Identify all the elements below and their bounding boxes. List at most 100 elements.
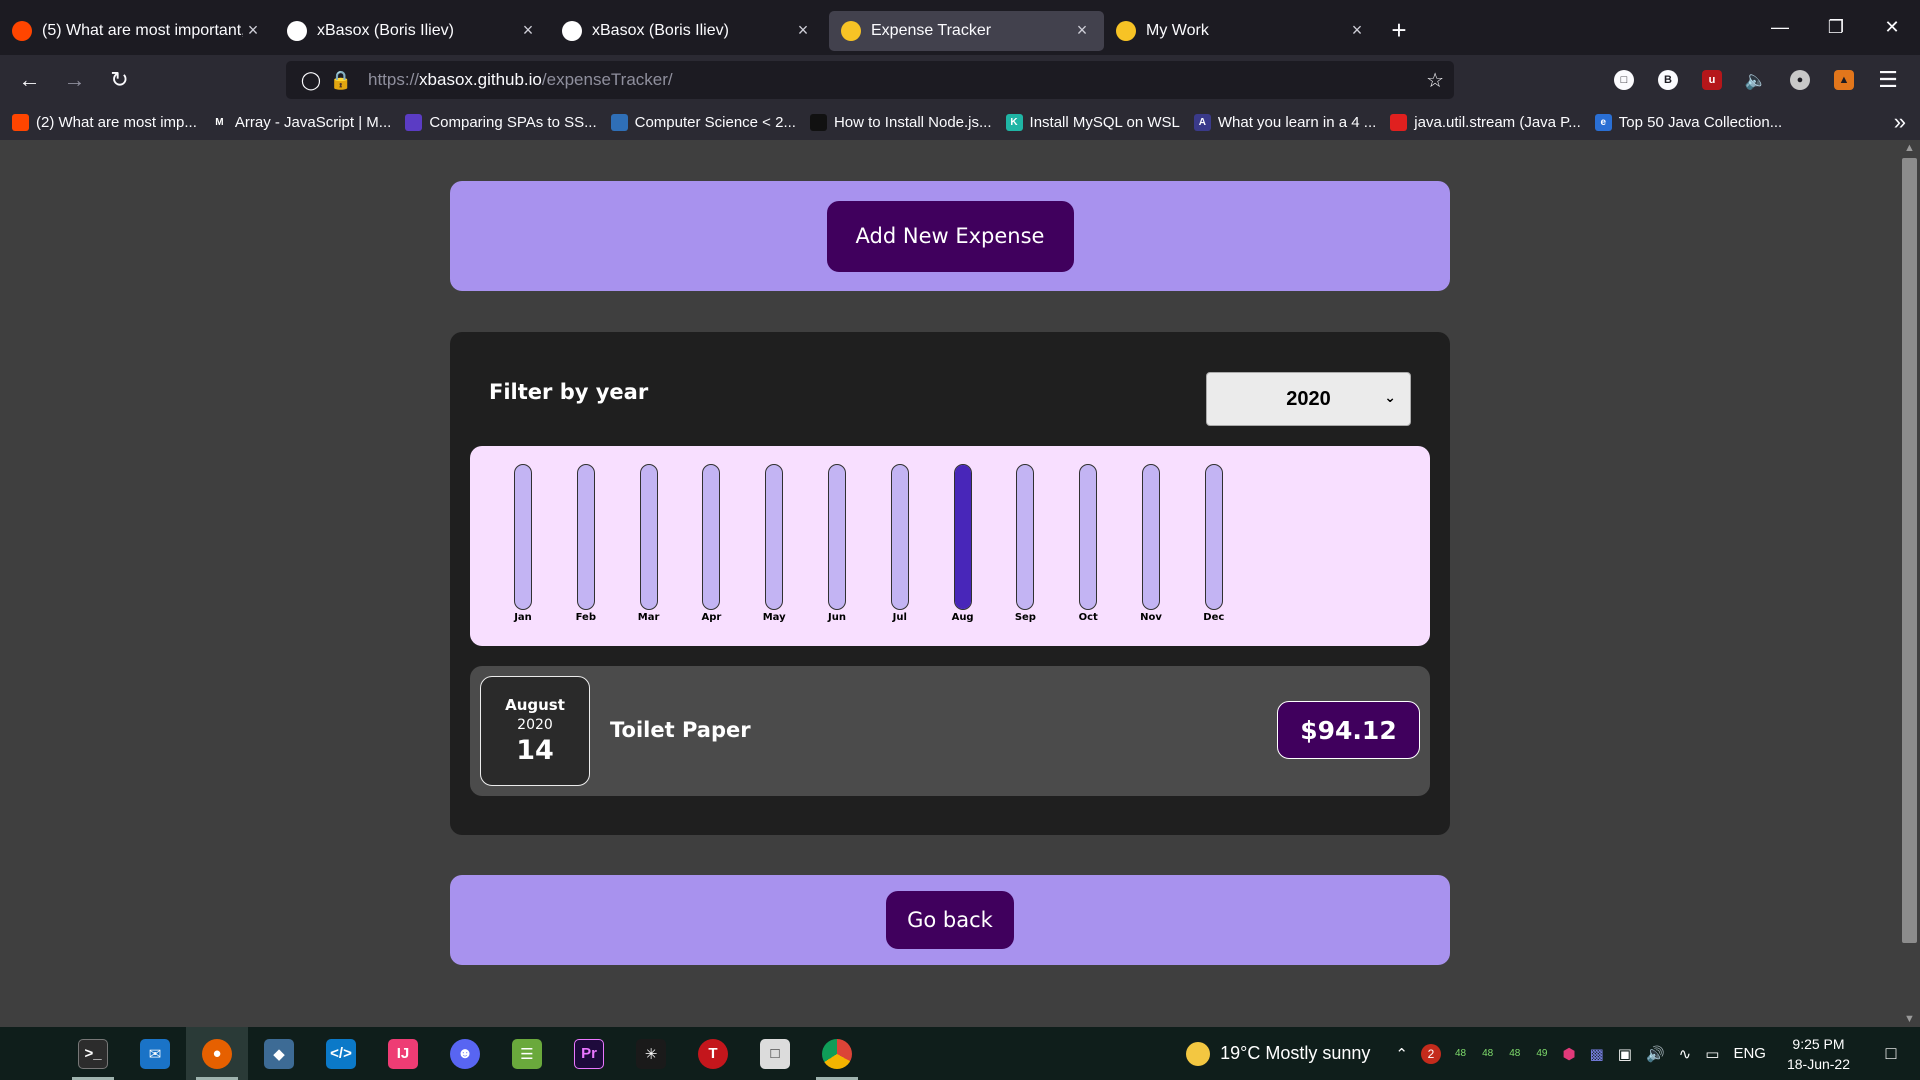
bookmark-item[interactable]: A What you learn in a 4 ... [1193, 114, 1376, 131]
tab-1[interactable]: (5) What are most important, m × [0, 11, 275, 51]
firefox-icon[interactable]: ● [186, 1027, 248, 1080]
wifi-icon[interactable]: ∿ [1679, 1045, 1692, 1063]
intellij-icon[interactable]: IJ [372, 1027, 434, 1080]
weather-widget[interactable]: 19°C Mostly sunny [1186, 1041, 1370, 1066]
bookmark-list: (2) What are most imp... M Array - JavaScr… [12, 114, 1796, 131]
t-app-icon[interactable]: T [682, 1027, 744, 1080]
tab-close-icon[interactable]: × [793, 20, 813, 41]
more-bookmarks-icon[interactable]: » [1894, 109, 1906, 135]
chart-bar-label: Dec [1203, 612, 1225, 623]
app-tray-icon[interactable]: ⬢ [1563, 1045, 1576, 1063]
bookmark-item[interactable]: How to Install Node.js... [809, 114, 992, 131]
tab-5[interactable]: My Work × [1104, 11, 1379, 51]
chart-bar-label: Feb [575, 612, 596, 623]
clock-date: 18-Jun-22 [1786, 1055, 1850, 1072]
bookmark-item[interactable]: K Install MySQL on WSL [1005, 114, 1180, 131]
go-back-button[interactable]: Go back [886, 891, 1014, 949]
discord-icon[interactable]: ☻ [434, 1027, 496, 1080]
teams-icon[interactable]: ▩ [1590, 1045, 1604, 1063]
clock[interactable]: 9:25 PM 18-Jun-22 [1787, 1034, 1850, 1074]
tab-close-icon[interactable]: × [1347, 20, 1367, 41]
tray-monitor-2[interactable]: 48 [1482, 1048, 1493, 1059]
bookmark-item[interactable]: java.util.stream (Java P... [1390, 114, 1581, 131]
close-window-icon[interactable]: ✕ [1864, 0, 1920, 55]
reload-icon[interactable]: ↻ [97, 60, 142, 100]
tab-close-icon[interactable]: × [1072, 20, 1092, 41]
restore-icon[interactable]: ❐ [1808, 0, 1864, 55]
shield-icon[interactable]: ◯ [296, 70, 326, 91]
vscode-icon[interactable]: </> [310, 1027, 372, 1080]
year-select[interactable]: 2020 ⌄ [1206, 372, 1411, 426]
store-icon[interactable]: □ [744, 1027, 806, 1080]
speaker-icon[interactable]: 🔈 [1734, 60, 1778, 100]
mail-icon[interactable]: ✉ [124, 1027, 186, 1080]
scroll-up-icon[interactable]: ▲ [1899, 142, 1920, 154]
avatar-extension-icon[interactable]: ● [1778, 60, 1822, 100]
metamask-icon[interactable]: ▲ [1822, 60, 1866, 100]
clock-time: 9:25 PM [1792, 1035, 1845, 1052]
chart-bar-track [514, 464, 532, 610]
back-icon[interactable]: ← [7, 60, 52, 100]
tray-monitor-4[interactable]: 49 [1536, 1048, 1547, 1059]
tab-3[interactable]: xBasox (Boris Iliev) × [550, 11, 825, 51]
layers-app-icon[interactable]: ☰ [496, 1027, 558, 1080]
bookmark-label: How to Install Node.js... [833, 114, 992, 131]
new-tab-button[interactable]: + [1379, 11, 1419, 51]
chart-bar-jun: Jun [822, 464, 852, 623]
bookmark-item[interactable]: Computer Science < 2... [610, 114, 796, 131]
tab-2[interactable]: xBasox (Boris Iliev) × [275, 11, 550, 51]
tab-close-icon[interactable]: × [243, 20, 263, 41]
url-text[interactable]: https://xbasox.github.io/expenseTracker/ [368, 70, 673, 90]
menu-icon[interactable]: ☰ [1866, 60, 1910, 100]
bookmark-label: (2) What are most imp... [36, 114, 197, 131]
terminal-icon[interactable]: >_ [62, 1027, 124, 1080]
chart-bar-track [1204, 464, 1223, 610]
tab-label: Expense Tracker [871, 21, 992, 39]
page-scrollbar[interactable]: ▲ ▼ [1899, 140, 1920, 1027]
unity-icon[interactable]: ✳ [620, 1027, 682, 1080]
bookmark-icon: A [1193, 114, 1211, 131]
premiere-icon[interactable]: Pr [558, 1027, 620, 1080]
tray-expand-icon[interactable]: ⌃ [1395, 1045, 1408, 1063]
action-center-icon[interactable]: □ [1876, 1043, 1906, 1064]
volume-icon[interactable]: 🔊 [1646, 1045, 1665, 1063]
add-new-expense-button[interactable]: Add New Expense [826, 200, 1074, 272]
bitwarden-icon[interactable]: B [1646, 60, 1690, 100]
reddit-icon [12, 114, 29, 131]
bookmark-item[interactable]: e Top 50 Java Collection... [1594, 114, 1782, 131]
scroll-down-icon[interactable]: ▼ [1899, 1013, 1920, 1025]
mdn-icon: M [210, 114, 228, 131]
pocket-icon[interactable]: □ [1602, 60, 1646, 100]
chart-bar-label: Jun [828, 612, 846, 623]
url-bar[interactable]: ◯ 🔒 https://xbasox.github.io/expenseTrac… [286, 61, 1454, 99]
scrollbar-thumb[interactable] [1902, 158, 1917, 943]
tray-monitor-3[interactable]: 48 [1509, 1048, 1520, 1059]
meet-now-icon[interactable]: ▣ [1618, 1045, 1632, 1063]
windows-start-icon[interactable] [0, 1027, 62, 1080]
k-icon: K [1005, 114, 1023, 131]
chart-bar-mar: Mar [634, 464, 664, 623]
notification-badge[interactable]: 2 [1421, 1043, 1441, 1064]
expense-date-month: August [505, 696, 565, 714]
weather-icon [1186, 1041, 1211, 1066]
tray-monitor-1[interactable]: 48 [1455, 1048, 1466, 1059]
tab-close-icon[interactable]: × [518, 20, 538, 41]
ublock-icon[interactable]: u [1690, 60, 1734, 100]
year-select-value: 2020 [1286, 387, 1331, 410]
bookmark-item[interactable]: Comparing SPAs to SS... [405, 114, 597, 131]
tab-4[interactable]: Expense Tracker × [829, 10, 1104, 51]
bookmark-item[interactable]: M Array - JavaScript | M... [210, 114, 391, 131]
mysql-workbench-icon[interactable]: ◆ [248, 1027, 310, 1080]
language-indicator[interactable]: ENG [1733, 1045, 1766, 1062]
chrome-icon[interactable] [806, 1027, 868, 1080]
github-icon [562, 20, 582, 41]
battery-icon[interactable]: ▭ [1705, 1045, 1719, 1063]
minimize-icon[interactable]: — [1752, 0, 1808, 55]
bookmark-star-icon[interactable]: ☆ [1426, 68, 1444, 93]
chart-bar-label: Mar [637, 612, 660, 623]
forward-icon[interactable]: → [52, 60, 97, 100]
chart-bar-jan: Jan [508, 464, 538, 623]
expenses-chart: Jan Feb Mar Apr May Jun Jul Aug Sep Oct Nov Dec [470, 446, 1430, 646]
lock-icon[interactable]: 🔒 [326, 70, 356, 91]
bookmark-item[interactable]: (2) What are most imp... [12, 114, 197, 131]
